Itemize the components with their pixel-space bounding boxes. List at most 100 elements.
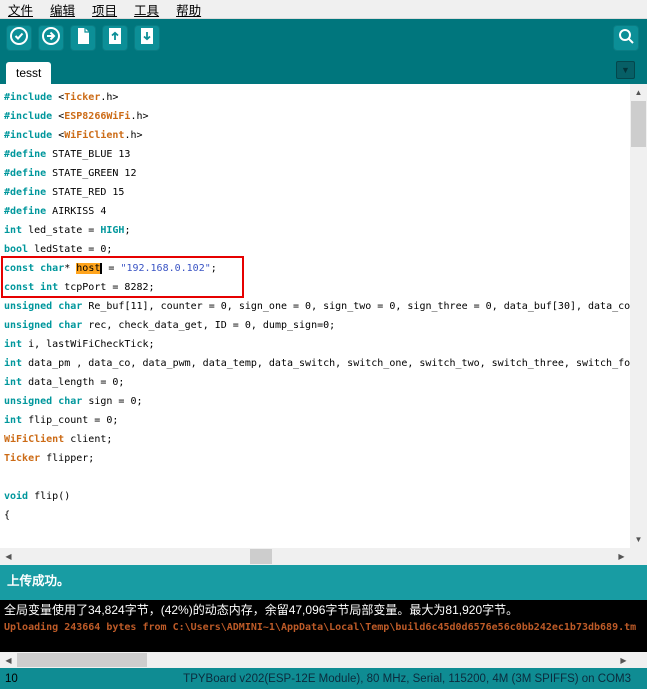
- code-line: unsigned char Re_buf[11], counter = 0, s…: [4, 297, 630, 316]
- code-line: int data_pm , data_co, data_pwm, data_te…: [4, 354, 630, 373]
- console-scroll-right-arrow-icon[interactable]: ▶: [615, 652, 632, 668]
- code-line: void flip(): [4, 487, 630, 506]
- save-down-arrow-icon: [136, 25, 158, 52]
- code-token: data_pm , data_co, data_pwm, data_temp, …: [22, 358, 630, 369]
- code-line: int i, lastWiFiCheckTick;: [4, 335, 630, 354]
- code-token: unsigned: [4, 320, 53, 331]
- code-token: WiFiClient: [64, 130, 125, 141]
- upload-button[interactable]: [38, 25, 64, 51]
- code-token: unsigned: [4, 396, 53, 407]
- open-up-arrow-icon: [104, 25, 126, 52]
- code-token: AIRKISS 4: [52, 206, 107, 217]
- code-line: #include <ESP8266WiFi.h>: [4, 107, 630, 126]
- code-token: char: [58, 396, 83, 407]
- code-token: const: [4, 282, 35, 293]
- open-button[interactable]: [102, 25, 128, 51]
- editor-horizontal-scrollbar[interactable]: ◀ ▶: [0, 548, 630, 565]
- menu-item-tools[interactable]: 工具: [134, 0, 159, 19]
- code-token: bool: [4, 244, 29, 255]
- code-token: sign = 0;: [82, 396, 143, 407]
- code-token: int: [4, 339, 23, 350]
- code-token: ledState = 0;: [28, 244, 113, 255]
- code-token: int: [4, 415, 23, 426]
- code-token: led_state =: [22, 225, 101, 236]
- code-token: Ticker: [4, 453, 41, 464]
- code-token: ESP8266WiFi: [64, 111, 131, 122]
- code-token: flip(): [28, 491, 71, 502]
- code-token: STATE_BLUE 13: [52, 149, 131, 160]
- code-line: Ticker flipper;: [4, 449, 630, 468]
- code-token: HIGH: [100, 225, 125, 236]
- save-button[interactable]: [134, 25, 160, 51]
- upload-arrow-icon: [40, 25, 62, 52]
- scroll-up-arrow-icon[interactable]: ▲: [630, 84, 647, 101]
- code-token: =: [102, 263, 121, 274]
- code-token: #include: [4, 130, 59, 141]
- menu-item-help[interactable]: 帮助: [176, 0, 201, 19]
- scroll-right-arrow-icon[interactable]: ▶: [613, 548, 630, 565]
- code-token: #include: [4, 92, 59, 103]
- console-scroll-left-arrow-icon[interactable]: ◀: [0, 652, 17, 668]
- menu-item-file[interactable]: 文件: [8, 0, 33, 19]
- serial-monitor-button[interactable]: [613, 25, 639, 51]
- code-line: {: [4, 506, 630, 525]
- scroll-left-arrow-icon[interactable]: ◀: [0, 548, 17, 565]
- code-line: unsigned char rec, check_data_get, ID = …: [4, 316, 630, 335]
- code-token: data_length = 0;: [22, 377, 125, 388]
- code-token: ;: [210, 263, 217, 274]
- chevron-down-icon: ▼: [621, 65, 630, 75]
- code-editor[interactable]: #include <Ticker.h> #include <ESP8266WiFi…: [0, 84, 630, 548]
- selected-word-highlight: host: [76, 263, 103, 274]
- scroll-down-arrow-icon[interactable]: ▼: [630, 531, 647, 548]
- current-line-number: 10: [5, 672, 18, 685]
- editor-vertical-scrollbar[interactable]: ▲ ▼: [630, 84, 647, 548]
- tab-menu-button[interactable]: ▼: [616, 61, 635, 79]
- code-line: unsigned char sign = 0;: [4, 392, 630, 411]
- vertical-scroll-thumb[interactable]: [631, 101, 646, 147]
- console-line: Uploading 243664 bytes from C:\Users\ADM…: [4, 622, 637, 633]
- code-token: .h>: [100, 92, 119, 103]
- toolbar: [0, 19, 647, 57]
- board-info: TPYBoard v202(ESP-12E Module), 80 MHz, S…: [183, 672, 631, 685]
- code-line: #define AIRKISS 4: [4, 202, 630, 221]
- code-token: int: [4, 358, 23, 369]
- verify-check-icon: [8, 25, 30, 52]
- code-token: "192.168.0.102": [120, 263, 211, 274]
- verify-button[interactable]: [6, 25, 32, 51]
- code-token: unsigned: [4, 301, 53, 312]
- code-token: STATE_RED 15: [52, 187, 125, 198]
- code-token: .h>: [130, 111, 149, 122]
- horizontal-scroll-thumb[interactable]: [250, 549, 272, 564]
- code-token: int: [4, 377, 23, 388]
- menu-bar: 文件 编辑 项目 工具 帮助: [0, 0, 647, 19]
- code-token: int: [40, 282, 59, 293]
- code-token: char: [58, 301, 83, 312]
- menu-item-edit[interactable]: 编辑: [50, 0, 75, 19]
- console-horizontal-scrollbar[interactable]: ◀ ▶: [0, 652, 632, 668]
- console-scroll-thumb[interactable]: [17, 653, 147, 667]
- code-token: #define: [4, 149, 53, 160]
- code-line: WiFiClient client;: [4, 430, 630, 449]
- tab-tesst[interactable]: tesst: [6, 62, 52, 84]
- code-token: {: [4, 510, 11, 521]
- status-strip: 上传成功。: [0, 565, 647, 600]
- code-line: #include <Ticker.h>: [4, 88, 630, 107]
- code-token: char: [40, 263, 65, 274]
- code-token: ;: [124, 225, 131, 236]
- code-line: #define STATE_BLUE 13: [4, 145, 630, 164]
- code-token: #define: [4, 206, 53, 217]
- console-output[interactable]: 全局变量使用了34,824字节，(42%)的动态内存，余留47,096字节局部变…: [0, 600, 647, 652]
- code-line: bool ledState = 0;: [4, 240, 630, 259]
- code-token: Ticker: [64, 92, 101, 103]
- menu-item-sketch[interactable]: 项目: [92, 0, 117, 19]
- code-token: void: [4, 491, 29, 502]
- tab-bar: tesst ▼: [0, 57, 647, 84]
- arduino-ide-window: 文件 编辑 项目 工具 帮助 tesst ▼ #include <Ticker.…: [0, 0, 647, 689]
- code-token: WiFiClient: [4, 434, 65, 445]
- code-area: #include <Ticker.h> #include <ESP8266WiFi…: [0, 84, 630, 525]
- new-sketch-button[interactable]: [70, 25, 96, 51]
- status-bar: 10 TPYBoard v202(ESP-12E Module), 80 MHz…: [0, 668, 647, 689]
- code-line: #include <WiFiClient.h>: [4, 126, 630, 145]
- scrollbar-corner: [630, 548, 647, 565]
